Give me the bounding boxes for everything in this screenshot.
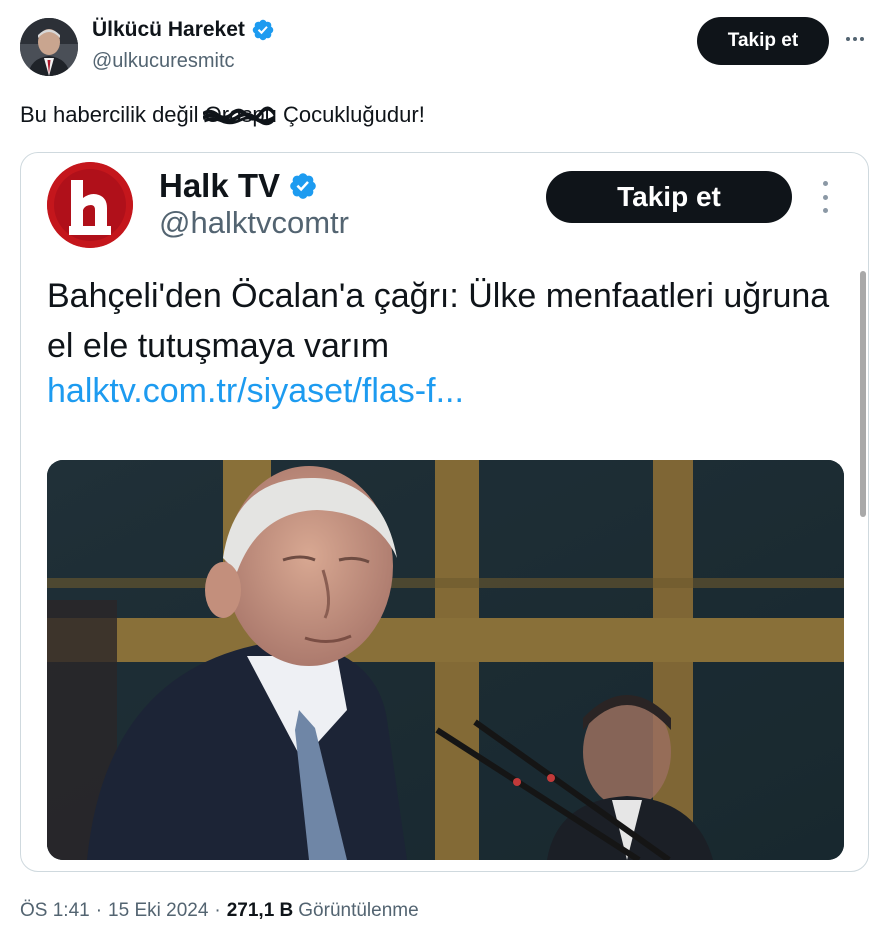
- tweet-text-end: Çocukluğudur!: [276, 102, 425, 127]
- author-avatar[interactable]: [20, 18, 78, 76]
- avatar-portrait: [20, 18, 78, 76]
- embedded-image-card[interactable]: Halk TV @halktvcomtr Takip et Bahçeli'de…: [20, 152, 869, 872]
- embedded-handle: @halktvcomtr: [159, 205, 349, 240]
- news-photo: [47, 460, 844, 860]
- embedded-more-icon: [819, 181, 831, 213]
- verified-badge-icon: [290, 173, 316, 199]
- scribbled-word: Orospu: [202, 102, 277, 127]
- tweet-text-start: Bu habercilik değil: [20, 102, 205, 127]
- views-label: Görüntülenme: [298, 900, 419, 921]
- tweet-meta: ÖS 1:41 · 15 Eki 2024 · 271,1 B Görüntül…: [20, 900, 419, 922]
- author-handle[interactable]: @ulkucuresmitc: [92, 50, 235, 73]
- embedded-display-name: Halk TV: [159, 167, 281, 204]
- more-options-icon[interactable]: [842, 26, 868, 52]
- halktv-logo-icon: [47, 162, 133, 248]
- tweet-date[interactable]: 15 Eki 2024: [108, 900, 208, 922]
- tweet-time[interactable]: ÖS 1:41: [20, 900, 90, 922]
- verified-badge-icon: [252, 19, 274, 41]
- author-display-name[interactable]: Ülkücü Hareket: [92, 18, 245, 42]
- views-count: 271,1 B: [226, 900, 294, 921]
- speaker-photo: [47, 460, 844, 860]
- embedded-follow-button: Takip et: [546, 171, 792, 223]
- embedded-scrollbar: [860, 271, 866, 517]
- tweet-text: Bu habercilik değil Orospu Çocukluğudur!: [20, 102, 425, 128]
- embedded-name-line: Halk TV: [159, 167, 318, 205]
- embedded-headline: Bahçeli'den Öcalan'a çağrı: Ülke menfaat…: [47, 277, 830, 365]
- separator: ·: [95, 900, 103, 921]
- follow-button[interactable]: Takip et: [697, 17, 829, 65]
- embedded-link: halktv.com.tr/siyaset/flas-f...: [47, 372, 464, 410]
- halktv-logo-avatar: [47, 162, 133, 248]
- separator: ·: [214, 900, 221, 921]
- scribble-overlay: [202, 106, 275, 126]
- author-name-line: Ülkücü Hareket: [92, 18, 275, 42]
